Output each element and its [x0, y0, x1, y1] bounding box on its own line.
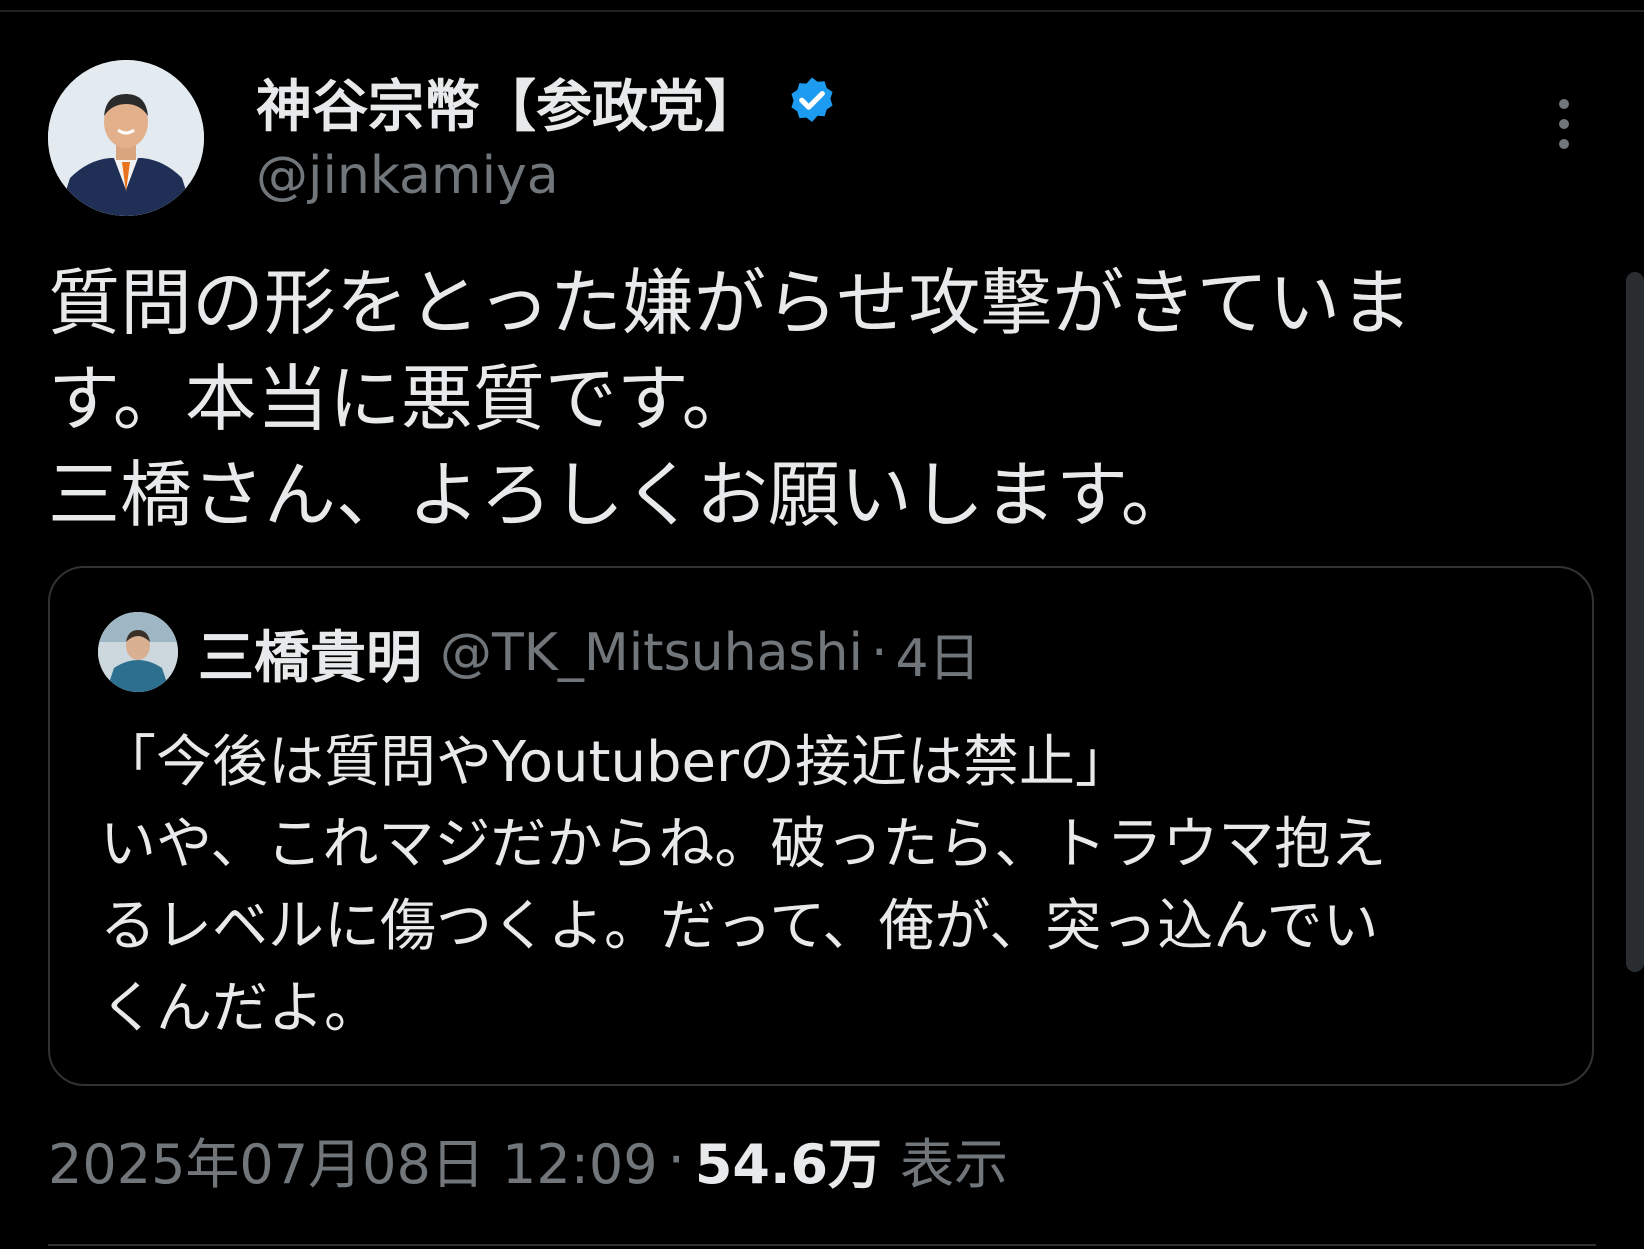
author-avatar-image	[48, 60, 204, 216]
tweet-text-line: す。本当に悪質です。	[48, 357, 754, 441]
author-display-name[interactable]: 神谷宗幣【参政党】	[256, 62, 760, 143]
author-name-row: 神谷宗幣【参政党】	[256, 64, 840, 140]
verified-badge-icon[interactable]	[784, 74, 840, 130]
meta-separator: ·	[667, 1127, 685, 1191]
quoted-header: 三橋貴明 @TK_Mitsuhashi · 4日	[198, 616, 981, 691]
view-count: 54.6万	[694, 1132, 883, 1196]
quoted-handle[interactable]: @TK_Mitsuhashi	[440, 623, 863, 683]
quoted-text-line: 「今後は質問やYoutuberの接近は禁止」	[100, 730, 1131, 795]
scrollbar[interactable]	[1626, 272, 1644, 972]
author-avatar[interactable]	[48, 60, 204, 216]
quoted-text-line: くんだよ。	[100, 976, 380, 1041]
quoted-tweet-card[interactable]: 三橋貴明 @TK_Mitsuhashi · 4日 「今後は質問やYoutuber…	[48, 566, 1594, 1086]
quoted-text-line: るレベルに傷つくよ。だって、俺が、突っ込んでい	[100, 894, 1379, 959]
more-vertical-icon[interactable]	[1552, 96, 1576, 152]
tweet-datetime[interactable]: 2025年07月08日 12:09	[48, 1120, 658, 1199]
top-divider	[0, 10, 1644, 12]
quoted-display-name[interactable]: 三橋貴明	[198, 613, 422, 694]
quoted-text-line: いや、これマジだからね。破ったら、トラウマ抱え	[100, 812, 1387, 877]
tweet-text: 質問の形をとった嫌がらせ攻撃がきていま す。本当に悪質です。 三橋さん、よろしく…	[48, 255, 1568, 543]
quoted-text: 「今後は質問やYoutuberの接近は禁止」 いや、これマジだからね。破ったら、…	[100, 722, 1570, 1050]
tweet-text-line: 三橋さん、よろしくお願いします。	[48, 453, 1193, 537]
tweet-text-line: 質問の形をとった嫌がらせ攻撃がきていま	[48, 261, 1413, 345]
tweet-meta: 2025年07月08日 12:09 · 54.6万 表示	[48, 1124, 1008, 1196]
quoted-author-avatar-image	[98, 612, 178, 692]
view-count-label: 表示	[900, 1132, 1009, 1196]
quoted-timestamp[interactable]: 4日	[895, 616, 980, 691]
author-handle[interactable]: @jinkamiya	[256, 146, 559, 206]
quoted-author-avatar[interactable]	[98, 612, 178, 692]
quoted-separator: ·	[870, 623, 888, 683]
bottom-divider	[48, 1244, 1596, 1246]
